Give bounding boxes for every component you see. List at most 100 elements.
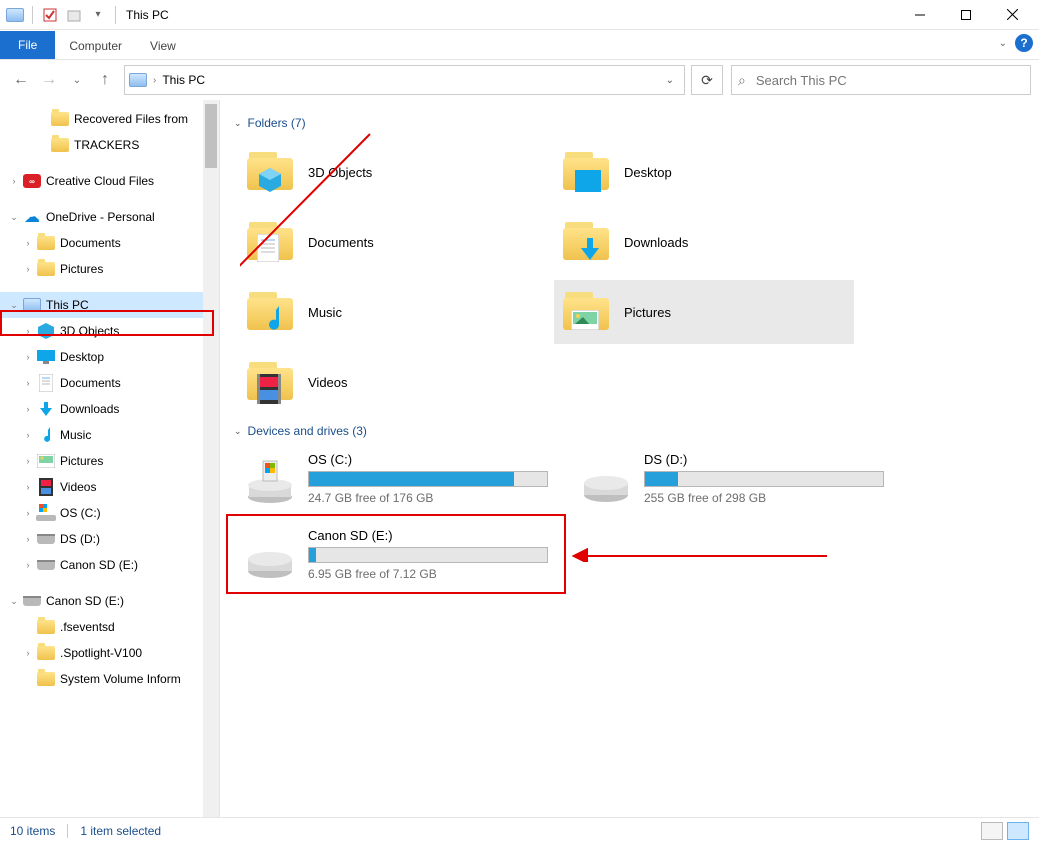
status-item-count: 10 items: [10, 824, 55, 838]
tree-item[interactable]: ›OS (C:): [0, 500, 219, 526]
breadcrumb[interactable]: This PC: [162, 73, 205, 87]
drive-icon: [242, 452, 298, 508]
tree-item[interactable]: .fseventsd: [0, 614, 219, 640]
tree-item-label: Canon SD (E:): [60, 558, 138, 572]
folder-item[interactable]: Pictures: [554, 280, 854, 344]
tree-item[interactable]: › Pictures: [0, 256, 219, 282]
system-icon[interactable]: [4, 4, 26, 26]
tree-item[interactable]: System Volume Inform: [0, 666, 219, 692]
tree-expand-icon[interactable]: ›: [20, 560, 36, 570]
tree-item[interactable]: ›DS (D:): [0, 526, 219, 552]
qat-properties-icon[interactable]: [39, 4, 61, 26]
tree-item-label: Videos: [60, 480, 96, 494]
folder-label: Downloads: [624, 235, 688, 250]
drive-label: DS (D:): [644, 452, 890, 467]
minimize-button[interactable]: [897, 0, 943, 30]
qat-new-folder-icon[interactable]: [63, 4, 85, 26]
recent-locations-icon[interactable]: ⌄: [64, 67, 90, 93]
tree-item[interactable]: › Downloads: [0, 396, 219, 422]
tree-item-label: OneDrive - Personal: [46, 210, 155, 224]
tree-expand-icon[interactable]: ›: [20, 404, 36, 414]
search-box[interactable]: ⌕: [731, 65, 1031, 95]
tree-item-label: System Volume Inform: [60, 672, 181, 686]
folder-item[interactable]: Downloads: [554, 210, 854, 274]
tree-item-label: Pictures: [60, 262, 103, 276]
ribbon-expand-icon[interactable]: ⌄: [999, 38, 1007, 49]
tree-item[interactable]: ›Music: [0, 422, 219, 448]
tree-expand-icon[interactable]: ›: [20, 264, 36, 274]
doc-icon: [36, 373, 56, 393]
navigation-tree[interactable]: Recovered Files fromTRACKERS ›∞Creative C…: [0, 100, 220, 820]
tree-item[interactable]: ›Documents: [0, 370, 219, 396]
desktop-icon: [36, 347, 56, 367]
tree-item-label: Downloads: [60, 402, 119, 416]
tree-expand-icon[interactable]: ›: [20, 352, 36, 362]
tree-item-label: .fseventsd: [60, 620, 115, 634]
tree-item[interactable]: › Documents: [0, 230, 219, 256]
drive-item[interactable]: DS (D:)255 GB free of 298 GB: [574, 448, 894, 518]
folder-icon: [50, 109, 70, 129]
annotation-box-drive: [226, 514, 566, 594]
drive-item[interactable]: OS (C:)24.7 GB free of 176 GB: [238, 448, 558, 518]
pic-icon: [558, 284, 614, 340]
tab-computer[interactable]: Computer: [55, 33, 136, 59]
view-tiles-button[interactable]: [1007, 822, 1029, 840]
folder-item[interactable]: Videos: [238, 350, 538, 414]
tree-item[interactable]: › Videos: [0, 474, 219, 500]
cloud-icon: ☁: [22, 207, 42, 227]
search-input[interactable]: [754, 72, 1024, 89]
address-dropdown-icon[interactable]: ⌄: [660, 75, 680, 86]
annotation-arrow-1: [240, 128, 380, 314]
folder-icon: [50, 135, 70, 155]
tree-item[interactable]: Recovered Files from: [0, 106, 219, 132]
tree-expand-icon[interactable]: ›: [6, 176, 22, 186]
tree-expand-icon[interactable]: ›: [20, 648, 36, 658]
tab-view[interactable]: View: [136, 33, 190, 59]
tree-expand-icon[interactable]: ⌄: [6, 212, 22, 223]
tree-item-label: Pictures: [60, 454, 103, 468]
tree-item[interactable]: ›Desktop: [0, 344, 219, 370]
tree-item[interactable]: TRACKERS: [0, 132, 219, 158]
help-icon[interactable]: ?: [1015, 34, 1033, 52]
view-details-button[interactable]: [981, 822, 1003, 840]
drive-icon: [36, 529, 56, 549]
folder-icon: [36, 643, 56, 663]
tree-item[interactable]: ⌄☁ OneDrive - Personal: [0, 204, 219, 230]
tree-item[interactable]: ›∞Creative Cloud Files: [0, 168, 219, 194]
tree-expand-icon[interactable]: ›: [20, 378, 36, 388]
maximize-button[interactable]: [943, 0, 989, 30]
tree-item[interactable]: ›.Spotlight-V100: [0, 640, 219, 666]
close-button[interactable]: [989, 0, 1035, 30]
group-header-drives[interactable]: ⌄ Devices and drives (3): [234, 424, 1031, 438]
tree-expand-icon[interactable]: ›: [20, 238, 36, 248]
address-bar[interactable]: › This PC ⌄: [124, 65, 685, 95]
tree-item[interactable]: › Canon SD (E:): [0, 552, 219, 578]
tree-item-label: Documents: [60, 236, 121, 250]
status-selected: 1 item selected: [80, 824, 161, 838]
chevron-down-icon: ⌄: [234, 118, 242, 129]
navigation-bar: ← → ⌄ ↑ › This PC ⌄ ⟳ ⌕: [0, 60, 1039, 100]
refresh-button[interactable]: ⟳: [691, 65, 723, 95]
tree-expand-icon[interactable]: ⌄: [6, 596, 22, 607]
tree-expand-icon[interactable]: ⌄: [6, 300, 22, 311]
vid-icon: [242, 354, 298, 410]
tree-scrollbar[interactable]: [203, 100, 219, 820]
tree-expand-icon[interactable]: ›: [20, 456, 36, 466]
tree-expand-icon[interactable]: ›: [20, 482, 36, 492]
back-button[interactable]: ←: [8, 67, 34, 93]
tree-item[interactable]: ⌄Canon SD (E:): [0, 588, 219, 614]
folder-icon: [36, 669, 56, 689]
qat-dropdown-icon[interactable]: ▾: [87, 4, 109, 26]
title-bar: ▾ This PC: [0, 0, 1039, 30]
folder-item[interactable]: Desktop: [554, 140, 854, 204]
tree-expand-icon[interactable]: ›: [20, 430, 36, 440]
tab-file[interactable]: File: [0, 31, 55, 59]
tree-expand-icon[interactable]: ›: [20, 508, 36, 518]
content-pane[interactable]: ⌄ Folders (7) 3D ObjectsDesktopDocuments…: [220, 100, 1039, 820]
up-button[interactable]: ↑: [92, 67, 118, 93]
forward-button[interactable]: →: [36, 67, 62, 93]
pic-icon: [36, 451, 56, 471]
tree-expand-icon[interactable]: ›: [20, 534, 36, 544]
drive-icon: [578, 452, 634, 508]
tree-item[interactable]: › Pictures: [0, 448, 219, 474]
